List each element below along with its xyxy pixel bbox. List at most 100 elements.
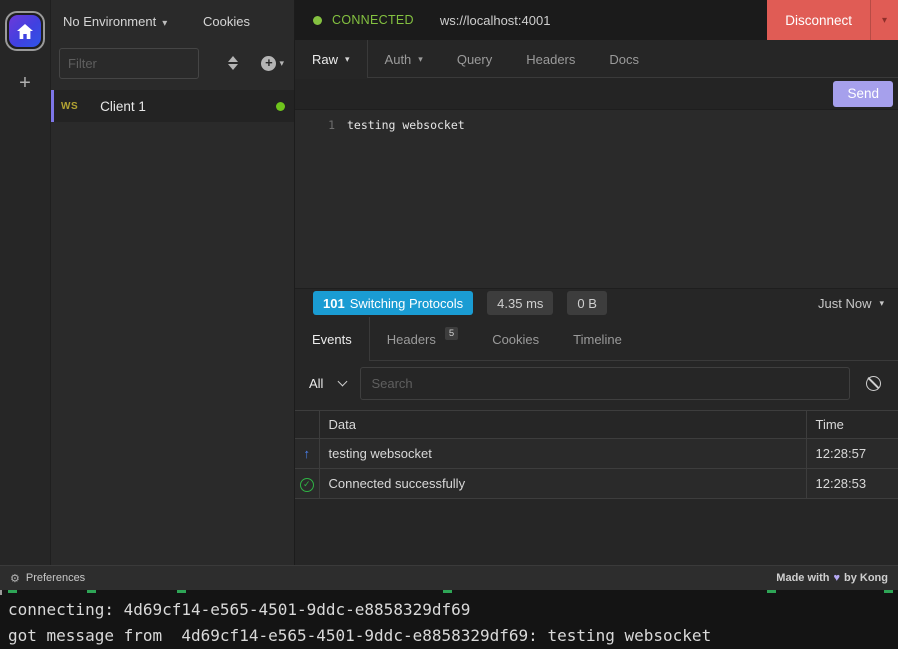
- connected-dot-icon: [313, 16, 322, 25]
- chevron-down-icon: ▾: [418, 54, 423, 65]
- credit-prefix: Made with: [776, 572, 829, 584]
- request-tabs: Raw ▾ Auth ▾ Query Headers Docs: [295, 40, 898, 78]
- connection-active-dot: [276, 102, 285, 111]
- status-code: 101: [323, 296, 345, 311]
- tab-auth-label: Auth: [385, 52, 412, 67]
- response-empty-area: [295, 499, 898, 565]
- sort-down-icon: [228, 64, 238, 70]
- ws-protocol-tag: WS: [61, 101, 78, 112]
- chevron-down-icon: ▾: [162, 18, 167, 29]
- terminal-line: connecting: 4d69cf14-e565-4501-9ddc-e885…: [8, 597, 898, 623]
- tab-timeline[interactable]: Timeline: [556, 317, 639, 361]
- insomnia-websocket-app: + No Environment ▾ Cookies + ▾: [0, 0, 898, 649]
- terminal-clipped-line: [177, 590, 186, 593]
- client-name: Client 1: [100, 99, 146, 114]
- tab-headers[interactable]: Headers: [509, 40, 592, 78]
- sidebar-filter-row: + ▾: [51, 43, 294, 83]
- line-number: 1: [295, 118, 335, 288]
- terminal-clipped-line: [884, 590, 893, 593]
- sort-button[interactable]: [223, 51, 243, 75]
- event-data: Connected successfully: [319, 469, 806, 499]
- events-table: Data Time ↑ testing websocket 12:28:57 ✓…: [295, 410, 898, 499]
- events-search-input[interactable]: [360, 367, 850, 400]
- time-column-header: Time: [806, 411, 898, 439]
- sort-up-icon: [228, 56, 238, 62]
- tab-response-headers[interactable]: Headers 5: [370, 317, 475, 361]
- disconnect-options-button[interactable]: ▾: [870, 0, 898, 40]
- ban-icon: [866, 376, 881, 391]
- cookies-button[interactable]: Cookies: [203, 14, 250, 29]
- terminal-clipped-line: [8, 590, 17, 593]
- event-row-sent[interactable]: ↑ testing websocket 12:28:57: [295, 439, 898, 469]
- sidebar-item-client-1[interactable]: WS Client 1: [51, 90, 294, 122]
- message-editor[interactable]: 1 testing websocket: [295, 110, 898, 288]
- sidebar: No Environment ▾ Cookies + ▾ WS Client 1: [50, 0, 295, 565]
- sidebar-header: No Environment ▾ Cookies: [51, 0, 294, 43]
- events-filter-row: All: [295, 361, 898, 405]
- preferences-label: Preferences: [26, 572, 85, 584]
- terminal-clipped-line: [443, 590, 452, 593]
- events-table-header: Data Time: [295, 411, 898, 439]
- workspace: + No Environment ▾ Cookies + ▾: [0, 0, 898, 565]
- terminal-clipped-line: [0, 590, 2, 595]
- event-time: 12:28:53: [806, 469, 898, 499]
- websocket-url: ws://localhost:4001: [440, 13, 551, 28]
- app-rail: +: [0, 0, 50, 565]
- connection-bar: CONNECTED ws://localhost:4001 Disconnect…: [295, 0, 898, 40]
- tab-response-cookies[interactable]: Cookies: [475, 317, 556, 361]
- tab-docs[interactable]: Docs: [592, 40, 656, 78]
- status-footer: ⚙ Preferences Made with ♥ by Kong: [0, 565, 898, 590]
- chevron-down-icon: ▾: [279, 58, 284, 69]
- plus-circle-icon: +: [261, 56, 276, 71]
- kong-credit: Made with ♥ by Kong: [776, 572, 888, 584]
- response-history-dropdown[interactable]: Just Now ▾: [818, 296, 884, 311]
- recency-label: Just Now: [818, 296, 871, 311]
- event-row-connected[interactable]: ✓ Connected successfully 12:28:53: [295, 469, 898, 499]
- response-tabs: Events Headers 5 Cookies Timeline: [295, 317, 898, 361]
- environment-label: No Environment: [63, 14, 156, 29]
- connected-check-icon: ✓: [300, 478, 314, 492]
- heart-icon: ♥: [833, 572, 840, 584]
- send-row: Send: [295, 78, 898, 110]
- response-status-bar: 101 Switching Protocols 4.35 ms 0 B Just…: [295, 288, 898, 317]
- add-project-button[interactable]: +: [19, 73, 31, 93]
- data-column-header: Data: [319, 411, 806, 439]
- event-data: testing websocket: [319, 439, 806, 469]
- terminal-line: got message from 4d69cf14-e565-4501-9ddc…: [8, 623, 898, 649]
- home-button[interactable]: [5, 11, 45, 51]
- gear-icon: ⚙: [10, 572, 20, 585]
- chevron-down-icon: ▾: [882, 15, 887, 26]
- terminal-clipped-line: [767, 590, 776, 593]
- home-icon: [9, 15, 41, 47]
- tab-query[interactable]: Query: [440, 40, 509, 78]
- response-time-badge: 4.35 ms: [487, 291, 553, 315]
- headers-count-badge: 5: [445, 327, 458, 340]
- tab-raw[interactable]: Raw ▾: [295, 40, 368, 78]
- tab-raw-label: Raw: [312, 52, 338, 67]
- chevron-down-icon: ▾: [345, 54, 350, 65]
- send-button[interactable]: Send: [833, 81, 893, 107]
- chevron-down-icon: [338, 376, 348, 386]
- connection-status: CONNECTED: [332, 13, 414, 27]
- environment-selector[interactable]: No Environment ▾: [63, 14, 167, 29]
- event-time: 12:28:57: [806, 439, 898, 469]
- clear-events-button[interactable]: [860, 370, 886, 396]
- new-request-button[interactable]: + ▾: [261, 56, 284, 71]
- sidebar-filter-input[interactable]: [59, 48, 199, 79]
- event-type-selected: All: [309, 376, 323, 391]
- preferences-button[interactable]: ⚙ Preferences: [10, 572, 85, 585]
- credit-suffix: by Kong: [844, 572, 888, 584]
- sent-arrow-icon: ↑: [304, 446, 311, 461]
- tab-headers-label: Headers: [387, 332, 436, 347]
- chevron-down-icon: ▾: [879, 298, 884, 309]
- tab-events[interactable]: Events: [295, 317, 370, 361]
- disconnect-button-group: Disconnect ▾: [767, 0, 898, 40]
- icon-column-header: [295, 411, 319, 439]
- event-type-select[interactable]: All: [305, 376, 350, 391]
- response-size-badge: 0 B: [567, 291, 607, 315]
- tab-auth[interactable]: Auth ▾: [368, 40, 440, 78]
- message-content: testing websocket: [347, 118, 465, 288]
- terminal-clipped-line: [87, 590, 96, 593]
- disconnect-button[interactable]: Disconnect: [767, 0, 870, 40]
- main-pane: CONNECTED ws://localhost:4001 Disconnect…: [295, 0, 898, 565]
